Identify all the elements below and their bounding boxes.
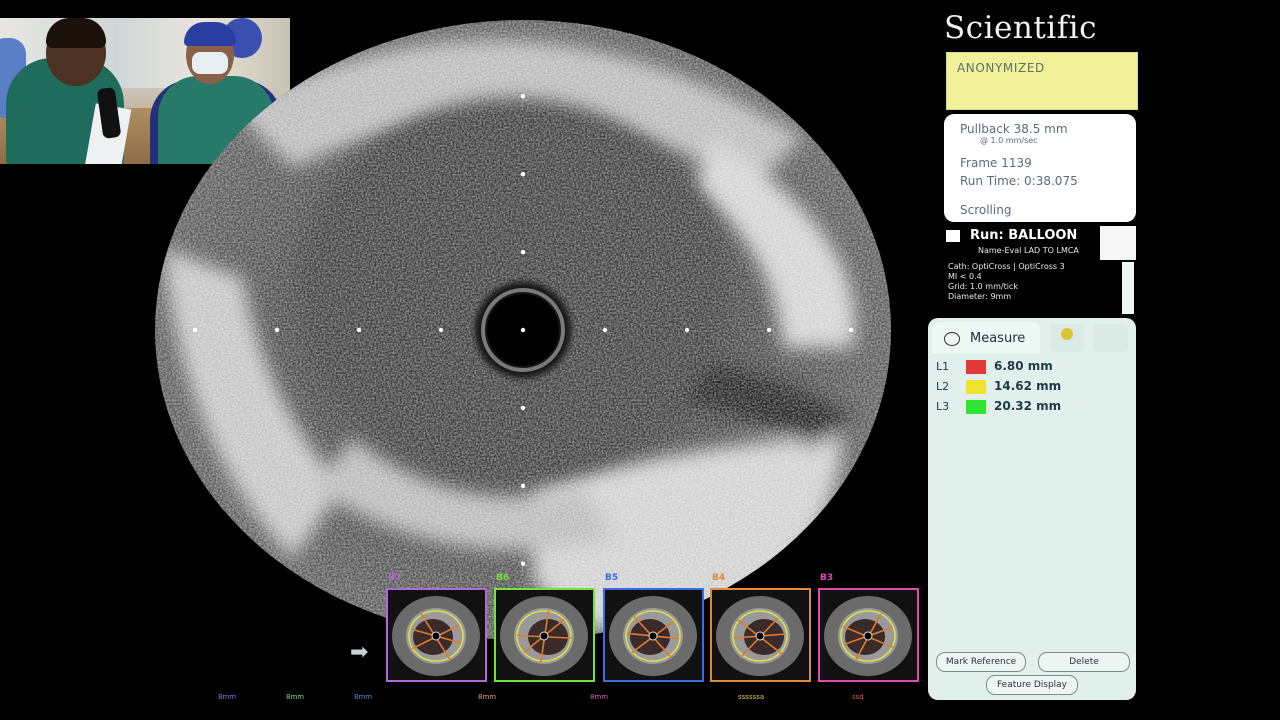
- measurement-value: 6.80 mm: [994, 359, 1053, 373]
- bookmark-thumbnail[interactable]: [494, 588, 595, 682]
- tab-map-icon[interactable]: [1094, 324, 1128, 352]
- run-title: Run: BALLOON: [970, 228, 1078, 243]
- grid-tick-dot: [520, 172, 526, 177]
- run-mi: MI < 0.4: [948, 272, 982, 281]
- measurement-id: L3: [936, 400, 950, 413]
- grid-tick-dot: [520, 249, 526, 255]
- arrow-right-icon[interactable]: ➡: [350, 640, 368, 665]
- ivus-cross-section: [155, 20, 891, 640]
- run-time: Run Time: 0:38.075: [960, 174, 1078, 188]
- bookmark-thumbnail[interactable]: [603, 588, 704, 682]
- measure-icon: [944, 332, 960, 346]
- measurement-value: 20.32 mm: [994, 399, 1062, 413]
- bookmark-thumbnail[interactable]: [710, 588, 811, 682]
- tab-vh-icon[interactable]: [1050, 324, 1084, 352]
- thumbnail-image: [605, 590, 702, 680]
- playback-mode: Scrolling: [960, 203, 1012, 217]
- measurement-value: 14.62 mm: [994, 379, 1062, 393]
- pullback-speed: @ 1.0 mm/sec: [980, 136, 1038, 145]
- tab-measure[interactable]: Measure: [932, 322, 1040, 354]
- run-grid: Grid: 1.0 mm/tick: [948, 282, 1018, 291]
- measurement-row-l2[interactable]: L2 14.62 mm: [932, 378, 1130, 396]
- bookmark-distance-label: 8mm: [590, 693, 609, 701]
- mark-reference-button[interactable]: Mark Reference: [936, 652, 1026, 672]
- thumbnail-image: [820, 590, 917, 680]
- grid-tick-dot: [520, 405, 526, 411]
- measurement-color-swatch[interactable]: [966, 400, 986, 414]
- measure-panel: Measure L1 6.80 mm L2 14.62 mm L3 20.32 …: [928, 318, 1136, 700]
- measurement-row-l1[interactable]: L1 6.80 mm: [932, 358, 1130, 376]
- patient-name-box: ANONYMIZED: [946, 52, 1138, 110]
- bookmark-distance-label: 8mm: [354, 693, 373, 701]
- grid-tick-dot: [520, 94, 526, 99]
- thumbnail-label: B7: [388, 573, 402, 583]
- brand-logo-text: Scientific: [944, 10, 1097, 46]
- run-catheter: Cath: OptiCross | OptiCross 3: [948, 262, 1065, 271]
- scroll-strip[interactable]: [1122, 262, 1134, 314]
- grid-tick-dot: [766, 327, 772, 333]
- run-checkbox[interactable]: [946, 230, 960, 242]
- thumbnail-label: B6: [496, 573, 510, 583]
- grid-tick-dot: [684, 327, 690, 333]
- thumbnail-label: B5: [605, 573, 619, 583]
- delete-button[interactable]: Delete: [1038, 652, 1130, 672]
- measurement-id: L1: [936, 360, 950, 373]
- grid-tick-dot: [274, 327, 280, 333]
- bookmark-distance-label: ssd: [852, 693, 864, 701]
- run-info: Run: BALLOON Name-Eval LAD TO LMCA Cath:…: [946, 226, 1136, 316]
- pullback-length: Pullback 38.5 mm: [960, 122, 1068, 136]
- thumbnail-label: B4: [712, 573, 726, 583]
- thumbnail-image: [388, 590, 485, 680]
- measurement-color-swatch[interactable]: [966, 360, 986, 374]
- patient-name: ANONYMIZED: [957, 61, 1045, 75]
- bookmark-distance-label: 8mm: [218, 693, 237, 701]
- frame-number: Frame 1139: [960, 156, 1032, 170]
- bookmark-distance-label: 8mm: [286, 693, 305, 701]
- tab-measure-label: Measure: [970, 331, 1026, 346]
- display-options-icon[interactable]: [1100, 226, 1136, 260]
- run-diameter: Diameter: 9mm: [948, 292, 1012, 301]
- bookmark-distance-label: ssssssa: [738, 693, 765, 701]
- bookmark-distance-label: 8mm: [478, 693, 497, 701]
- measurement-color-swatch[interactable]: [966, 380, 986, 394]
- bookmark-thumbnail[interactable]: [386, 588, 487, 682]
- grid-tick-dot: [602, 327, 608, 333]
- run-name: Name-Eval LAD TO LMCA: [978, 246, 1079, 255]
- grid-tick-dot: [520, 483, 526, 488]
- feature-display-button[interactable]: Feature Display: [986, 675, 1078, 695]
- thumbnail-label: B3: [820, 573, 834, 583]
- bookmark-thumbnail[interactable]: [818, 588, 919, 682]
- catheter-center-dot: [520, 327, 526, 333]
- grid-tick-dot: [438, 327, 444, 333]
- grid-tick-dot: [192, 327, 198, 333]
- measurement-id: L2: [936, 380, 950, 393]
- pullback-info-panel: Pullback 38.5 mm @ 1.0 mm/sec Frame 1139…: [944, 114, 1136, 222]
- measurement-row-l3[interactable]: L3 20.32 mm: [932, 398, 1130, 416]
- thumbnail-image: [496, 590, 593, 680]
- thumbnail-image: [712, 590, 809, 680]
- grid-tick-dot: [520, 561, 526, 566]
- grid-tick-dot: [356, 327, 362, 333]
- grid-tick-dot: [848, 327, 854, 333]
